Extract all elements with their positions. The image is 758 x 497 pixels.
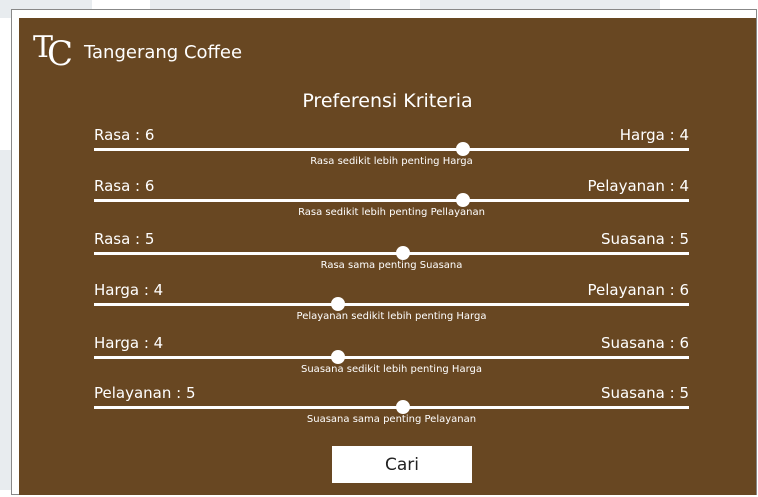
slider-pelayanan-suasana[interactable]: Pelayanan : 5 Suasana : 5 Suasana sama p… — [94, 384, 689, 434]
slider-thumb[interactable] — [396, 400, 411, 414]
slider-right-label: Suasana : 5 — [600, 230, 689, 248]
slider-rasa-suasana[interactable]: Rasa : 5 Suasana : 5 Rasa sama penting S… — [94, 230, 689, 280]
slider-track[interactable] — [94, 406, 689, 409]
slider-description: Rasa sedikit lebih penting Harga — [310, 156, 473, 167]
slider-harga-suasana[interactable]: Harga : 4 Suasana : 6 Suasana sedikit le… — [94, 334, 689, 384]
slider-description: Suasana sedikit lebih penting Harga — [301, 364, 482, 375]
slider-thumb[interactable] — [455, 193, 470, 207]
slider-thumb[interactable] — [455, 142, 470, 156]
slider-track[interactable] — [94, 199, 689, 202]
slider-track[interactable] — [94, 252, 689, 255]
slider-left-label: Harga : 4 — [94, 334, 164, 352]
slider-rasa-harga[interactable]: Rasa : 6 Harga : 4 Rasa sedikit lebih pe… — [94, 126, 689, 176]
slider-description: Rasa sedikit lebih penting Pellayanan — [298, 207, 485, 218]
slider-right-label: Harga : 4 — [619, 126, 689, 144]
slider-thumb[interactable] — [330, 350, 345, 364]
slider-track[interactable] — [94, 356, 689, 359]
slider-harga-pelayanan[interactable]: Harga : 4 Pelayanan : 6 Pelayanan sediki… — [94, 281, 689, 331]
slider-left-label: Harga : 4 — [94, 281, 164, 299]
slider-right-label: Pelayanan : 6 — [587, 281, 689, 299]
slider-right-label: Pelayanan : 4 — [587, 177, 689, 195]
brand-name: Tangerang Coffee — [84, 42, 243, 63]
slider-track[interactable] — [94, 303, 689, 306]
slider-rasa-pelayanan[interactable]: Rasa : 6 Pelayanan : 4 Rasa sedikit lebi… — [94, 177, 689, 227]
slider-thumb[interactable] — [396, 246, 411, 260]
slider-right-label: Suasana : 5 — [600, 384, 689, 402]
slider-description: Rasa sama penting Suasana — [320, 260, 463, 271]
slider-right-label: Suasana : 6 — [600, 334, 689, 352]
slider-left-label: Pelayanan : 5 — [94, 384, 196, 402]
slider-left-label: Rasa : 6 — [94, 177, 155, 195]
page-title: Preferensi Kriteria — [302, 90, 473, 112]
slider-left-label: Rasa : 5 — [94, 230, 155, 248]
search-button[interactable]: Cari — [332, 446, 472, 483]
slider-thumb[interactable] — [330, 297, 345, 311]
slider-description: Suasana sama penting Pelayanan — [306, 414, 477, 425]
slider-description: Pelayanan sedikit lebih penting Harga — [296, 311, 487, 322]
slider-left-label: Rasa : 6 — [94, 126, 155, 144]
slider-track[interactable] — [94, 148, 689, 151]
preference-panel: TC Tangerang Coffee Preferensi Kriteria … — [19, 18, 756, 495]
logo-icon: TC — [33, 30, 73, 74]
